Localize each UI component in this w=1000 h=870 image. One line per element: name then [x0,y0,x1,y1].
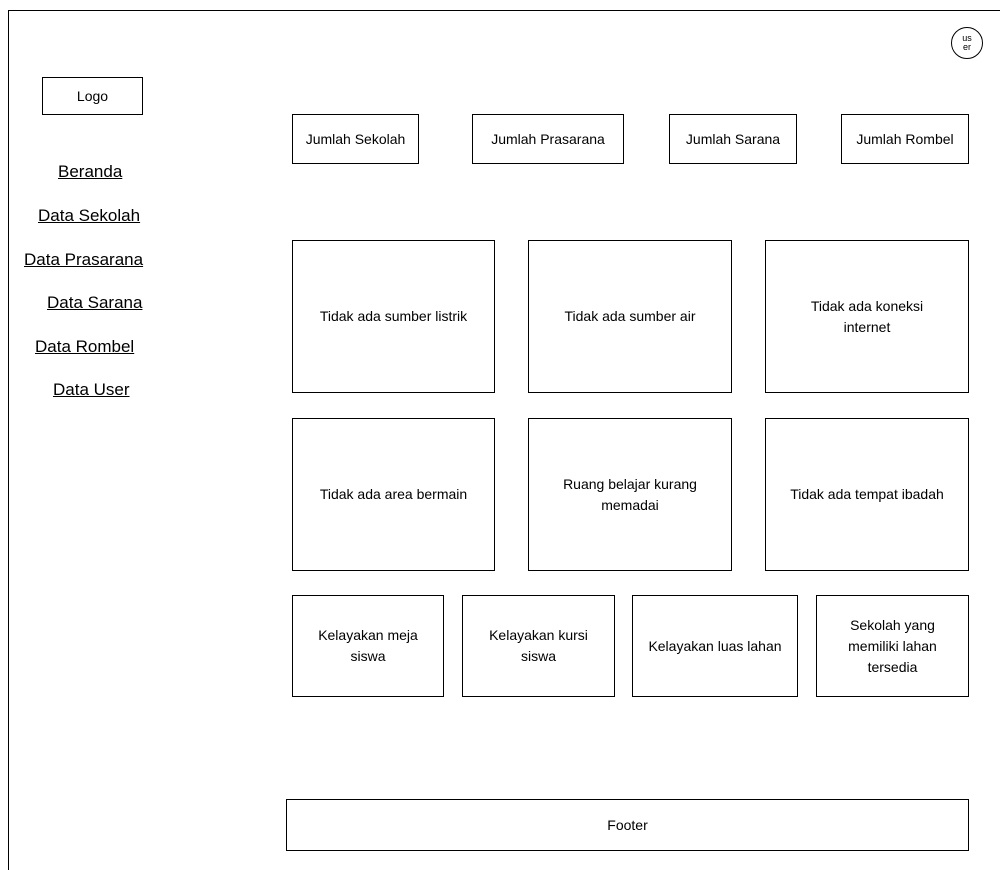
card-label: Tidak ada tempat ibadah [790,486,944,502]
sidebar-item-data-sarana[interactable]: Data Sarana [47,293,142,313]
card-label: Ruang belajar kurang memadai [563,475,697,513]
logo: Logo [42,77,143,115]
stat-label: Jumlah Rombel [856,130,954,147]
sidebar-item-data-prasarana[interactable]: Data Prasarana [24,250,143,270]
card-meja-siswa[interactable]: Kelayakan meja siswa [292,595,444,697]
card-ruang-belajar[interactable]: Ruang belajar kurang memadai [528,418,732,571]
user-avatar[interactable]: user [951,27,983,59]
stat-label: Jumlah Sekolah [305,130,406,147]
card-label: Kelayakan meja siswa [318,627,418,664]
user-avatar-label: user [962,33,972,52]
card-label: Sekolah yang memiliki lahan tersedia [848,616,937,675]
card-luas-lahan[interactable]: Kelayakan luas lahan [632,595,798,697]
card-label: Kelayakan luas lahan [648,637,782,654]
footer-label: Footer [607,816,648,833]
card-label: Tidak ada sumber air [564,308,696,324]
sidebar-item-data-user[interactable]: Data User [53,380,130,400]
card-kursi-siswa[interactable]: Kelayakan kursi siswa [462,595,615,697]
stat-jumlah-sarana[interactable]: Jumlah Sarana [669,114,797,164]
card-area-bermain[interactable]: Tidak ada area bermain [292,418,495,571]
logo-label: Logo [76,87,109,104]
card-label: Kelayakan kursi siswa [489,627,588,664]
card-label: Tidak ada sumber listrik [319,308,468,324]
card-sumber-listrik[interactable]: Tidak ada sumber listrik [292,240,495,393]
card-label: Tidak ada koneksi internet [810,297,924,335]
stat-jumlah-rombel[interactable]: Jumlah Rombel [841,114,969,164]
stat-label: Jumlah Sarana [685,130,781,147]
sidebar-item-beranda[interactable]: Beranda [58,162,122,182]
card-label: Tidak ada area bermain [319,486,468,502]
stat-label: Jumlah Prasarana [491,130,605,147]
card-sumber-air[interactable]: Tidak ada sumber air [528,240,732,393]
sidebar-item-data-rombel[interactable]: Data Rombel [35,337,134,357]
stat-jumlah-prasarana[interactable]: Jumlah Prasarana [472,114,624,164]
footer: Footer [286,799,969,851]
stat-jumlah-sekolah[interactable]: Jumlah Sekolah [292,114,419,164]
card-koneksi-internet[interactable]: Tidak ada koneksi internet [765,240,969,393]
card-tempat-ibadah[interactable]: Tidak ada tempat ibadah [765,418,969,571]
card-lahan-tersedia[interactable]: Sekolah yang memiliki lahan tersedia [816,595,969,697]
sidebar-item-data-sekolah[interactable]: Data Sekolah [38,206,140,226]
